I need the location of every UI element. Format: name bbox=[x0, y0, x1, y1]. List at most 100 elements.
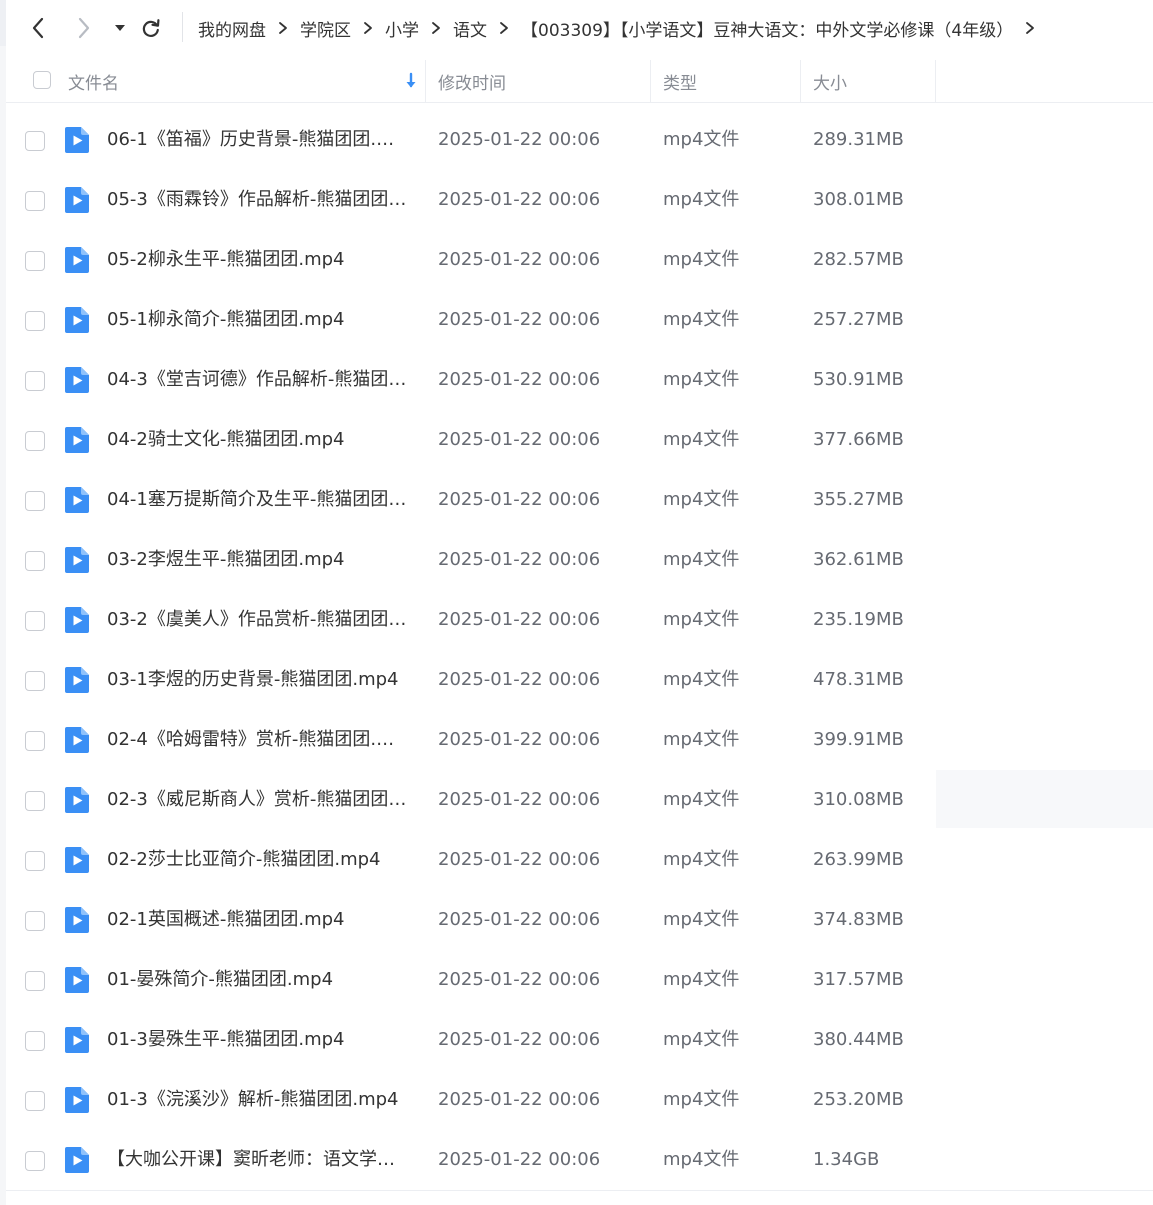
file-size: 1.34GB bbox=[813, 1149, 880, 1170]
breadcrumb-separator-icon bbox=[266, 21, 300, 35]
file-name[interactable]: 04-2骑士文化-熊猫团团.mp4 bbox=[107, 410, 409, 470]
column-header-name[interactable]: 文件名 bbox=[68, 60, 426, 102]
column-header-modified[interactable]: 修改时间 bbox=[426, 60, 651, 102]
file-row-checkbox[interactable] bbox=[25, 671, 45, 691]
breadcrumb-separator-icon bbox=[487, 21, 521, 35]
file-name[interactable]: 04-3《堂吉诃德》作品解析-熊猫团团.mp4 bbox=[107, 350, 409, 410]
breadcrumb-item-primary-school[interactable]: 小学 bbox=[385, 16, 419, 41]
file-modified-time: 2025-01-22 00:06 bbox=[438, 489, 601, 510]
list-bottom-divider bbox=[6, 1190, 1153, 1191]
file-size: 308.01MB bbox=[813, 189, 904, 210]
file-modified-time: 2025-01-22 00:06 bbox=[438, 789, 601, 810]
column-header-type-label: 类型 bbox=[663, 73, 697, 94]
file-row[interactable]: 03-2《虞美人》作品赏析-熊猫团团.mp4 2025-01-22 00:06 mp… bbox=[6, 590, 1153, 650]
file-name[interactable]: 【大咖公开课】窦昕老师：语文学习... bbox=[107, 1130, 409, 1190]
file-row[interactable]: 05-2柳永生平-熊猫团团.mp4 2025-01-22 00:06 mp4文件 28… bbox=[6, 230, 1153, 290]
file-row-checkbox[interactable] bbox=[25, 1031, 45, 1051]
file-row[interactable]: 04-3《堂吉诃德》作品解析-熊猫团团.mp4 2025-01-22 00:06 m… bbox=[6, 350, 1153, 410]
column-header-size[interactable]: 大小 bbox=[801, 60, 936, 102]
file-name[interactable]: 02-2莎士比亚简介-熊猫团团.mp4 bbox=[107, 830, 409, 890]
file-name[interactable]: 06-1《笛福》历史背景-熊猫团团.mp4 bbox=[107, 110, 409, 170]
file-row[interactable]: 03-2李煜生平-熊猫团团.mp4 2025-01-22 00:06 mp4文件 36… bbox=[6, 530, 1153, 590]
breadcrumb: 我的网盘 学院区 小学 语文 【003309】【小学语文】豆神大语文：中外文学必… bbox=[198, 14, 1047, 42]
video-file-icon bbox=[65, 787, 89, 813]
file-row[interactable]: 03-1李煜的历史背景-熊猫团团.mp4 2025-01-22 00:06 mp4文… bbox=[6, 650, 1153, 710]
breadcrumb-separator-icon bbox=[419, 21, 453, 35]
breadcrumb-item-current-folder[interactable]: 【003309】【小学语文】豆神大语文：中外文学必修课（4年级） bbox=[521, 16, 1013, 41]
file-row[interactable]: 02-3《威尼斯商人》赏析-熊猫团团.mp4 2025-01-22 00:06 mp… bbox=[6, 770, 1153, 830]
file-size: 399.91MB bbox=[813, 729, 904, 750]
file-row[interactable]: 01-晏殊简介-熊猫团团.mp4 2025-01-22 00:06 mp4文件 317… bbox=[6, 950, 1153, 1010]
video-file-icon bbox=[65, 127, 89, 153]
file-row-checkbox[interactable] bbox=[25, 311, 45, 331]
breadcrumb-item-academy[interactable]: 学院区 bbox=[300, 16, 351, 41]
file-row[interactable]: 01-3《浣溪沙》解析-熊猫团团.mp4 2025-01-22 00:06 mp4文… bbox=[6, 1070, 1153, 1130]
file-type: mp4文件 bbox=[663, 549, 740, 570]
file-row-checkbox[interactable] bbox=[25, 971, 45, 991]
file-size: 282.57MB bbox=[813, 249, 904, 270]
file-type: mp4文件 bbox=[663, 909, 740, 930]
file-row-checkbox[interactable] bbox=[25, 791, 45, 811]
file-row[interactable]: 04-2骑士文化-熊猫团团.mp4 2025-01-22 00:06 mp4文件 37… bbox=[6, 410, 1153, 470]
file-row-checkbox[interactable] bbox=[25, 431, 45, 451]
file-row-checkbox[interactable] bbox=[25, 131, 45, 151]
file-modified-time: 2025-01-22 00:06 bbox=[438, 1089, 601, 1110]
file-name[interactable]: 01-3晏殊生平-熊猫团团.mp4 bbox=[107, 1010, 409, 1070]
file-row[interactable]: 01-3晏殊生平-熊猫团团.mp4 2025-01-22 00:06 mp4文件 38… bbox=[6, 1010, 1153, 1070]
forward-button[interactable] bbox=[70, 14, 98, 42]
file-row-checkbox[interactable] bbox=[25, 551, 45, 571]
file-row-checkbox[interactable] bbox=[25, 251, 45, 271]
file-name[interactable]: 04-1塞万提斯简介及生平-熊猫团团.mp4 bbox=[107, 470, 409, 530]
file-size: 257.27MB bbox=[813, 309, 904, 330]
file-row[interactable]: 【大咖公开课】窦昕老师：语文学习... 2025-01-22 00:06 mp4文件… bbox=[6, 1130, 1153, 1190]
file-modified-time: 2025-01-22 00:06 bbox=[438, 129, 601, 150]
file-size: 478.31MB bbox=[813, 669, 904, 690]
file-row-checkbox[interactable] bbox=[25, 851, 45, 871]
chevron-right-icon bbox=[78, 17, 90, 39]
back-button[interactable] bbox=[24, 14, 52, 42]
refresh-button[interactable] bbox=[137, 14, 165, 42]
file-row[interactable]: 05-1柳永简介-熊猫团团.mp4 2025-01-22 00:06 mp4文件 25… bbox=[6, 290, 1153, 350]
file-row[interactable]: 02-4《哈姆雷特》赏析-熊猫团团.mp4 2025-01-22 00:06 mp4… bbox=[6, 710, 1153, 770]
file-name[interactable]: 05-3《雨霖铃》作品解析-熊猫团团.mp4 bbox=[107, 170, 409, 230]
file-row-checkbox[interactable] bbox=[25, 491, 45, 511]
file-row[interactable]: 06-1《笛福》历史背景-熊猫团团.mp4 2025-01-22 00:06 mp4… bbox=[6, 110, 1153, 170]
file-type: mp4文件 bbox=[663, 369, 740, 390]
file-row-checkbox[interactable] bbox=[25, 731, 45, 751]
file-name[interactable]: 03-2李煜生平-熊猫团团.mp4 bbox=[107, 530, 409, 590]
breadcrumb-item-chinese[interactable]: 语文 bbox=[453, 16, 487, 41]
file-name[interactable]: 02-3《威尼斯商人》赏析-熊猫团团.mp4 bbox=[107, 770, 409, 830]
file-type: mp4文件 bbox=[663, 669, 740, 690]
breadcrumb-item-my-drive[interactable]: 我的网盘 bbox=[198, 16, 266, 41]
file-row[interactable]: 02-2莎士比亚简介-熊猫团团.mp4 2025-01-22 00:06 mp4文件… bbox=[6, 830, 1153, 890]
file-type: mp4文件 bbox=[663, 1029, 740, 1050]
file-row-checkbox[interactable] bbox=[25, 611, 45, 631]
file-name[interactable]: 05-2柳永生平-熊猫团团.mp4 bbox=[107, 230, 409, 290]
file-row-checkbox[interactable] bbox=[25, 191, 45, 211]
file-modified-time: 2025-01-22 00:06 bbox=[438, 969, 601, 990]
file-row[interactable]: 02-1英国概述-熊猫团团.mp4 2025-01-22 00:06 mp4文件 37… bbox=[6, 890, 1153, 950]
file-size: 355.27MB bbox=[813, 489, 904, 510]
file-name[interactable]: 02-4《哈姆雷特》赏析-熊猫团团.mp4 bbox=[107, 710, 409, 770]
file-name[interactable]: 01-晏殊简介-熊猫团团.mp4 bbox=[107, 950, 409, 1010]
arrow-down-icon bbox=[406, 72, 416, 88]
file-modified-time: 2025-01-22 00:06 bbox=[438, 909, 601, 930]
file-name[interactable]: 03-1李煜的历史背景-熊猫团团.mp4 bbox=[107, 650, 409, 710]
file-name[interactable]: 02-1英国概述-熊猫团团.mp4 bbox=[107, 890, 409, 950]
breadcrumb-more-icon[interactable] bbox=[1013, 21, 1047, 35]
file-size: 263.99MB bbox=[813, 849, 904, 870]
breadcrumb-separator-icon bbox=[351, 21, 385, 35]
select-all-checkbox[interactable] bbox=[33, 71, 51, 89]
file-name[interactable]: 01-3《浣溪沙》解析-熊猫团团.mp4 bbox=[107, 1070, 409, 1130]
history-dropdown-button[interactable] bbox=[108, 14, 132, 42]
column-header-type[interactable]: 类型 bbox=[651, 60, 801, 102]
file-row-checkbox[interactable] bbox=[25, 371, 45, 391]
file-name[interactable]: 03-2《虞美人》作品赏析-熊猫团团.mp4 bbox=[107, 590, 409, 650]
file-row[interactable]: 05-3《雨霖铃》作品解析-熊猫团团.mp4 2025-01-22 00:06 mp… bbox=[6, 170, 1153, 230]
file-name[interactable]: 05-1柳永简介-熊猫团团.mp4 bbox=[107, 290, 409, 350]
video-file-icon bbox=[65, 1147, 89, 1173]
file-row-checkbox[interactable] bbox=[25, 911, 45, 931]
file-row[interactable]: 04-1塞万提斯简介及生平-熊猫团团.mp4 2025-01-22 00:06 mp… bbox=[6, 470, 1153, 530]
file-row-checkbox[interactable] bbox=[25, 1151, 45, 1171]
file-row-checkbox[interactable] bbox=[25, 1091, 45, 1111]
